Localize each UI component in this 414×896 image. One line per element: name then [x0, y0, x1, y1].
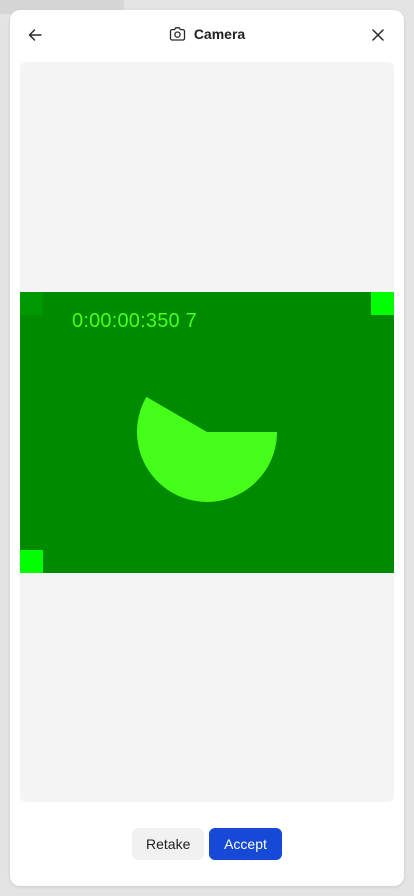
camera-icon — [169, 27, 185, 41]
dialog-actions: Retake Accept — [10, 828, 404, 860]
camera-viewer: 0:00:00:350 7 — [20, 62, 394, 802]
test-pattern-pie — [137, 396, 277, 502]
camera-preview: 0:00:00:350 7 — [20, 292, 394, 573]
close-icon — [372, 29, 384, 41]
dialog-title-text: Camera — [193, 26, 246, 42]
retake-button[interactable]: Retake — [132, 828, 204, 860]
close-button[interactable] — [367, 24, 389, 46]
dialog-header: Camera — [10, 10, 404, 62]
camera-dialog: Camera 0:00:00:350 7 Retake Accept — [10, 10, 404, 886]
dialog-title: Camera — [10, 26, 404, 42]
accept-button[interactable]: Accept — [209, 828, 282, 860]
